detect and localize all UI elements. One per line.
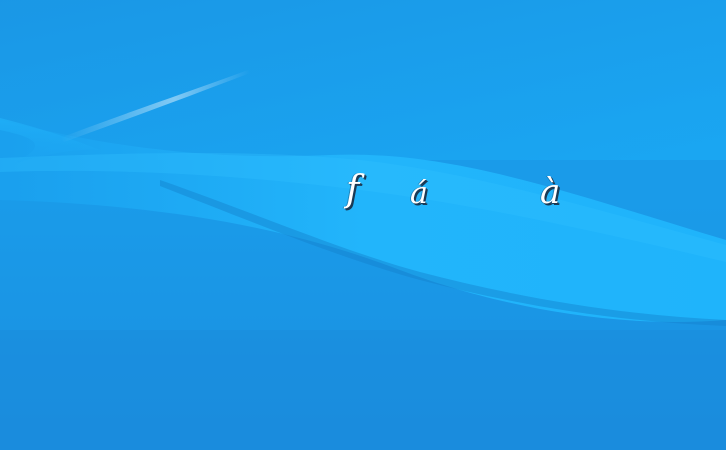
desktop-glyph-f: f [346,169,360,210]
desktop-background: f á à [0,0,726,450]
lower-gradient [0,330,726,450]
desktop-glyph-a-acute: á [410,176,428,211]
wallpaper-waves [0,0,726,450]
upper-gradient [0,0,726,160]
desktop-glyph-a-grave: à [540,172,561,212]
